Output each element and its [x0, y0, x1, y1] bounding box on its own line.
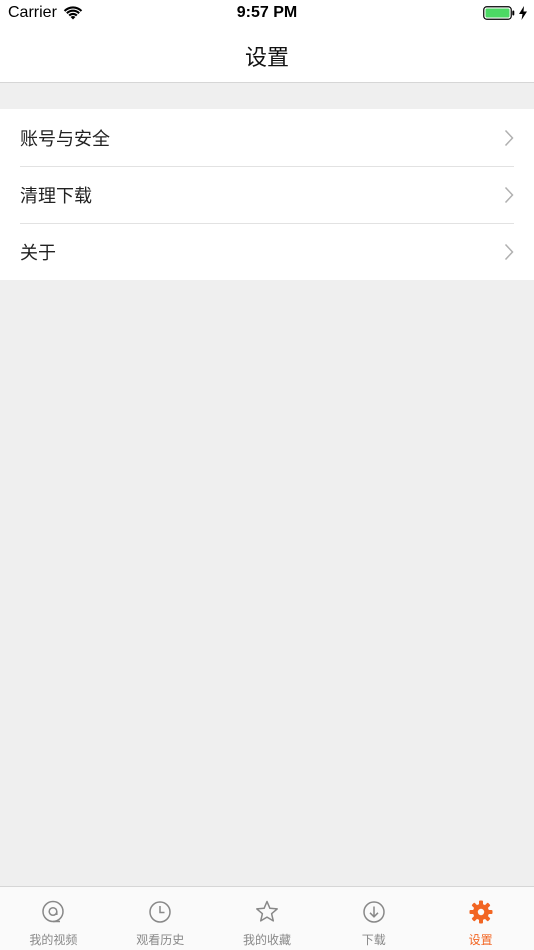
- navigation-bar: 设置: [0, 28, 534, 83]
- tab-label: 我的收藏: [242, 933, 291, 947]
- chevron-right-icon: [504, 243, 514, 261]
- settings-item-label: 账号与安全: [20, 128, 110, 150]
- status-right: [483, 6, 528, 20]
- settings-item-clear-downloads[interactable]: 清理下载: [0, 166, 534, 223]
- tab-watch-history[interactable]: 观看历史: [107, 887, 214, 950]
- tab-label: 设置: [468, 933, 493, 947]
- charging-bolt-icon: [519, 6, 527, 20]
- settings-screen: Carrier 9:57 PM 设置 账号与安全 清理下载 关于 我的视频 观看…: [0, 0, 534, 950]
- clock-icon: [149, 901, 171, 923]
- tab-downloads[interactable]: 下载: [320, 887, 427, 950]
- tab-label: 下载: [361, 933, 386, 947]
- page-title: 设置: [244, 46, 289, 71]
- tab-my-videos[interactable]: 我的视频: [0, 887, 107, 950]
- tab-label: 我的视频: [29, 933, 78, 947]
- gear-icon: [469, 900, 493, 924]
- settings-list: 账号与安全 清理下载 关于: [0, 109, 534, 280]
- settings-item-about[interactable]: 关于: [0, 223, 534, 280]
- chevron-right-icon: [504, 186, 514, 204]
- status-bar: Carrier 9:57 PM: [0, 0, 534, 28]
- status-time: 9:57 PM: [236, 4, 298, 21]
- star-icon: [256, 900, 278, 922]
- tab-settings[interactable]: 设置: [427, 887, 534, 950]
- settings-item-label: 清理下载: [20, 185, 92, 207]
- settings-item-label: 关于: [20, 242, 56, 264]
- tab-label: 观看历史: [136, 933, 185, 947]
- tab-my-favorites[interactable]: 我的收藏: [214, 887, 321, 950]
- battery-icon: [483, 6, 515, 20]
- tab-bar: 我的视频 观看历史 我的收藏 下载 设置: [0, 886, 534, 950]
- download-icon: [363, 901, 385, 923]
- settings-item-account-security[interactable]: 账号与安全: [0, 109, 534, 166]
- video-bubble-icon: [42, 900, 65, 923]
- chevron-right-icon: [504, 129, 514, 147]
